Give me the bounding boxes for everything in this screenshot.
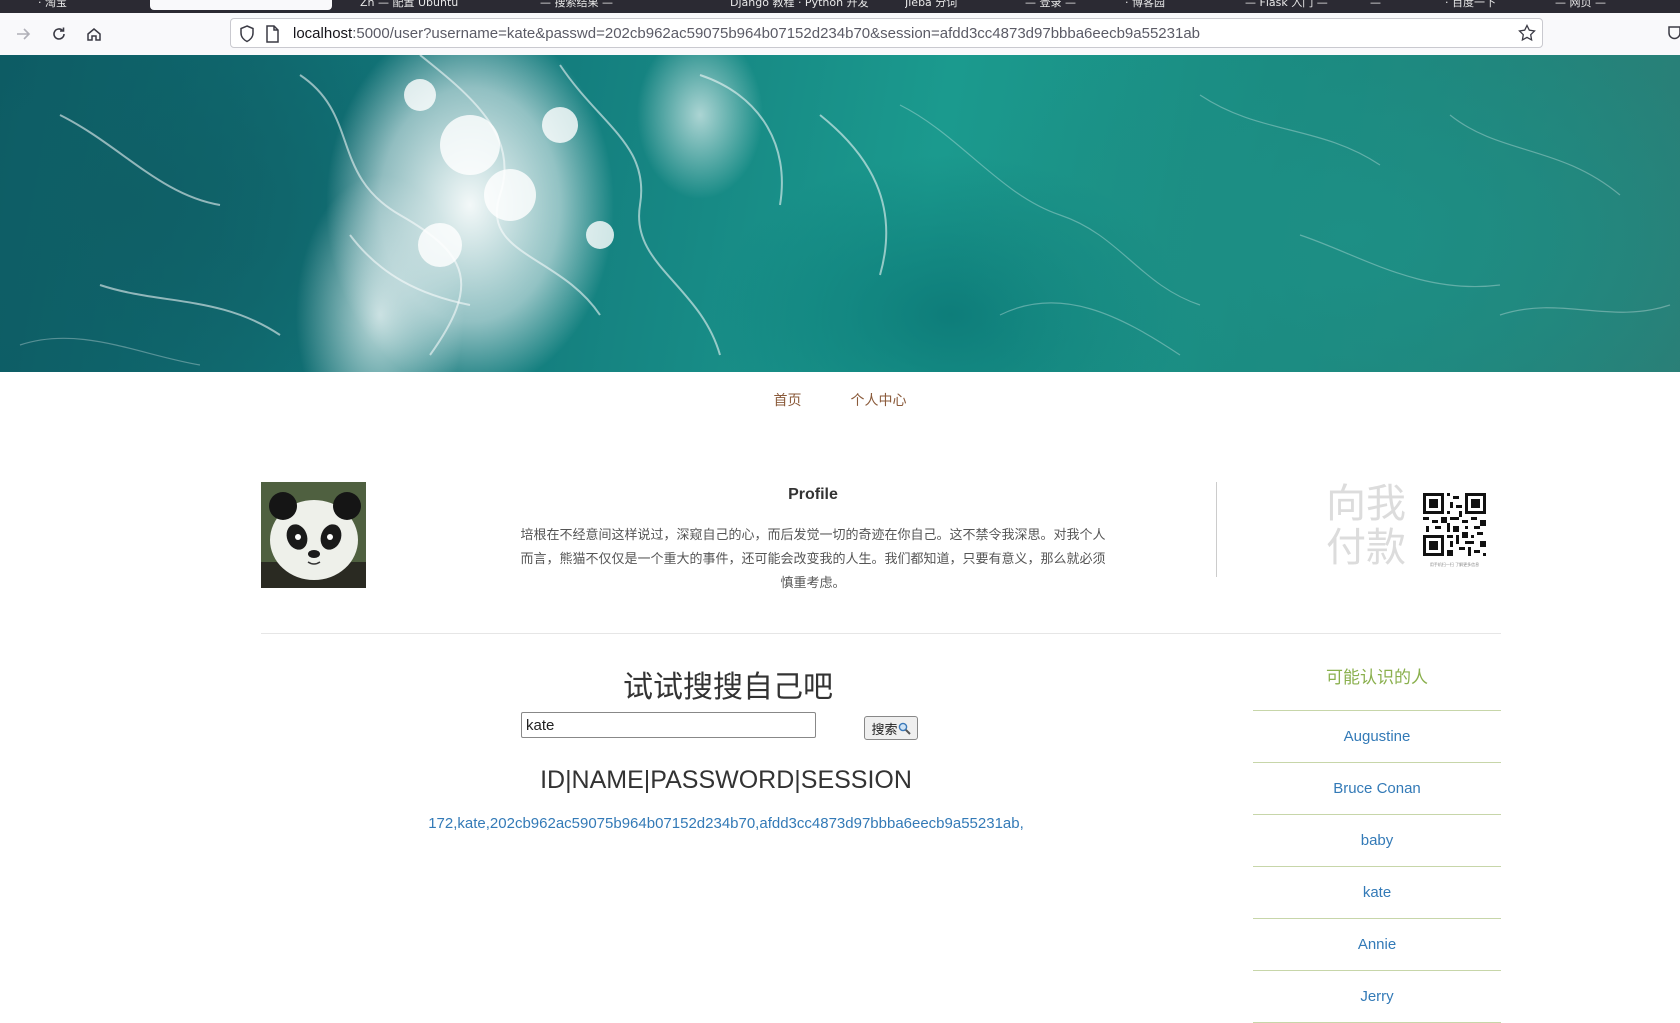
- person-link[interactable]: Bruce Conan: [1253, 763, 1501, 815]
- browser-tab[interactable]: — 搜索结果 —: [540, 0, 680, 13]
- browser-tab[interactable]: · 百度一下: [1445, 0, 1545, 13]
- browser-tab[interactable]: — 网页 —: [1555, 0, 1665, 13]
- pay-me-text: 向我付款: [1326, 481, 1406, 571]
- qr-code-icon: [1423, 493, 1486, 556]
- people-you-may-know-sidebar: 可能认识的人 Augustine Bruce Conan baby kate A…: [1253, 660, 1501, 1023]
- home-icon: [87, 28, 101, 41]
- profile-description: 培根在不经意间这样说过，深窥自己的心，而后发觉一切的奇迹在你自己。这不禁令我深思…: [520, 528, 1106, 591]
- home-button[interactable]: [81, 21, 107, 47]
- reload-icon: [53, 27, 65, 40]
- browser-toolbar: localhost:5000/user?username=kate&passwd…: [0, 13, 1680, 56]
- magnifier-icon: [898, 722, 911, 735]
- browser-tab[interactable]: · 淘宝: [38, 0, 138, 13]
- result-row[interactable]: 172,kate,202cb962ac59075b964b07152d234b7…: [380, 815, 1072, 832]
- person-link[interactable]: Annie: [1253, 919, 1501, 971]
- nav-personal-center-link[interactable]: 个人中心: [851, 390, 907, 410]
- browser-tab-active[interactable]: [150, 0, 332, 10]
- forward-arrow-icon: [17, 28, 31, 40]
- results-header: ID|NAME|PASSWORD|SESSION: [540, 766, 912, 794]
- url-host: localhost: [293, 25, 353, 42]
- person-link[interactable]: Augustine: [1253, 711, 1501, 763]
- page-icon[interactable]: [265, 25, 279, 43]
- site-nav: 首页 个人中心: [0, 390, 1680, 410]
- browser-tab[interactable]: · 博客园: [1125, 0, 1235, 13]
- search-button-label: 搜索: [871, 721, 898, 737]
- pocket-icon[interactable]: [1668, 24, 1680, 42]
- url-text[interactable]: localhost:5000/user?username=kate&passwd…: [293, 25, 1200, 43]
- search-input[interactable]: [521, 712, 816, 738]
- search-button[interactable]: 搜索: [864, 716, 918, 740]
- reload-button[interactable]: [46, 21, 72, 47]
- payment-qr-code: [1423, 493, 1486, 556]
- browser-tab[interactable]: — Flask 入门 —: [1245, 0, 1355, 13]
- profile-title: Profile: [788, 486, 838, 503]
- browser-tab[interactable]: Django 教程 · Python 开发: [730, 0, 870, 13]
- sidebar-title: 可能认识的人: [1253, 660, 1501, 711]
- bookmark-star-icon[interactable]: [1518, 24, 1536, 42]
- person-link[interactable]: kate: [1253, 867, 1501, 919]
- avatar: [261, 482, 366, 588]
- person-link[interactable]: Jerry: [1253, 971, 1501, 1023]
- search-heading: 试试搜搜自己吧: [623, 670, 833, 705]
- panda-avatar-image: [261, 482, 366, 588]
- vertical-divider: [1216, 482, 1217, 577]
- shield-icon[interactable]: [239, 25, 255, 43]
- forward-button[interactable]: [10, 21, 36, 47]
- browser-tab[interactable]: Jieba 分词: [905, 0, 1015, 13]
- ocean-banner-image: [0, 55, 1680, 372]
- nav-home-link[interactable]: 首页: [773, 390, 801, 410]
- address-bar[interactable]: localhost:5000/user?username=kate&passwd…: [230, 18, 1543, 48]
- browser-tab[interactable]: — 登录 —: [1025, 0, 1120, 13]
- browser-tab[interactable]: Zh — 配置 Ubuntu: [360, 0, 500, 13]
- qr-caption: 用手机扫一扫 了解更多信息: [1429, 562, 1480, 567]
- url-path: :5000/user?username=kate&passwd=202cb962…: [352, 25, 1201, 42]
- person-link[interactable]: baby: [1253, 815, 1501, 867]
- browser-tab-strip: · 淘宝 Zh — 配置 Ubuntu — 搜索结果 — Django 教程 ·…: [0, 0, 1680, 13]
- section-divider: [261, 633, 1501, 634]
- browser-tab[interactable]: —: [1370, 0, 1430, 13]
